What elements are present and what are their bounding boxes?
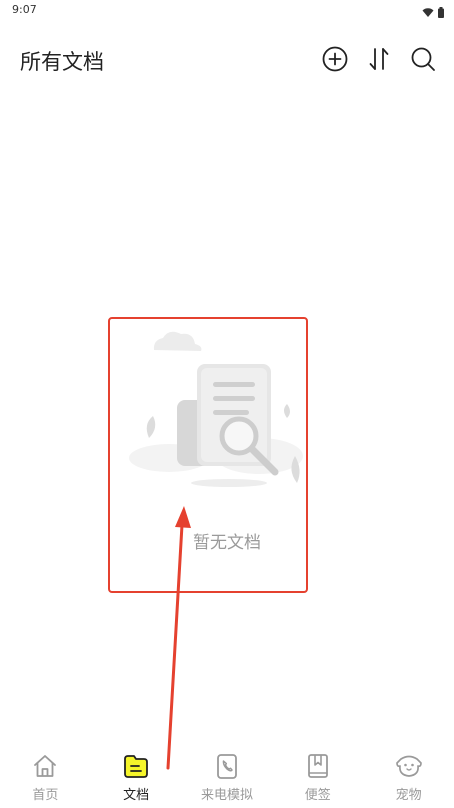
battery-icon: [438, 3, 444, 22]
header: 所有文档: [0, 36, 454, 84]
nav-label-notes: 便签: [304, 788, 331, 803]
wifi-icon: [422, 3, 434, 22]
nav-label-pet: 宠物: [395, 788, 422, 803]
nav-label-home: 首页: [32, 788, 59, 803]
highlight-box: [108, 317, 308, 593]
nav-label-call-simulation: 来电模拟: [200, 788, 253, 803]
status-bar: 9:07: [0, 0, 454, 22]
sort-icon: [369, 48, 389, 70]
notebook-icon: [304, 752, 332, 780]
nav-item-call-simulation[interactable]: 来电模拟: [187, 752, 267, 803]
document-icon: [122, 752, 150, 780]
status-icons: [422, 3, 444, 22]
nav-item-pet[interactable]: 宠物: [369, 752, 449, 803]
nav-label-documents: 文档: [123, 788, 150, 803]
add-circle-icon: [322, 46, 348, 72]
nav-item-documents[interactable]: 文档: [96, 752, 176, 803]
bottom-nav: 首页 文档 来电模拟 便签 宠物: [0, 752, 454, 808]
app-screen: 9:07 所有文档 暂无文档 首页 文档 来电模拟 便签 宠物: [0, 0, 454, 808]
header-actions: [322, 45, 436, 73]
add-button[interactable]: [322, 45, 348, 73]
pet-icon: [395, 752, 423, 780]
status-time: 9:07: [12, 3, 37, 16]
search-icon: [411, 47, 435, 71]
home-icon: [31, 752, 59, 780]
nav-item-notes[interactable]: 便签: [278, 752, 358, 803]
sort-button[interactable]: [366, 45, 392, 73]
nav-item-home[interactable]: 首页: [5, 752, 85, 803]
search-button[interactable]: [410, 45, 436, 73]
page-title: 所有文档: [20, 50, 104, 74]
phone-icon: [213, 752, 241, 780]
